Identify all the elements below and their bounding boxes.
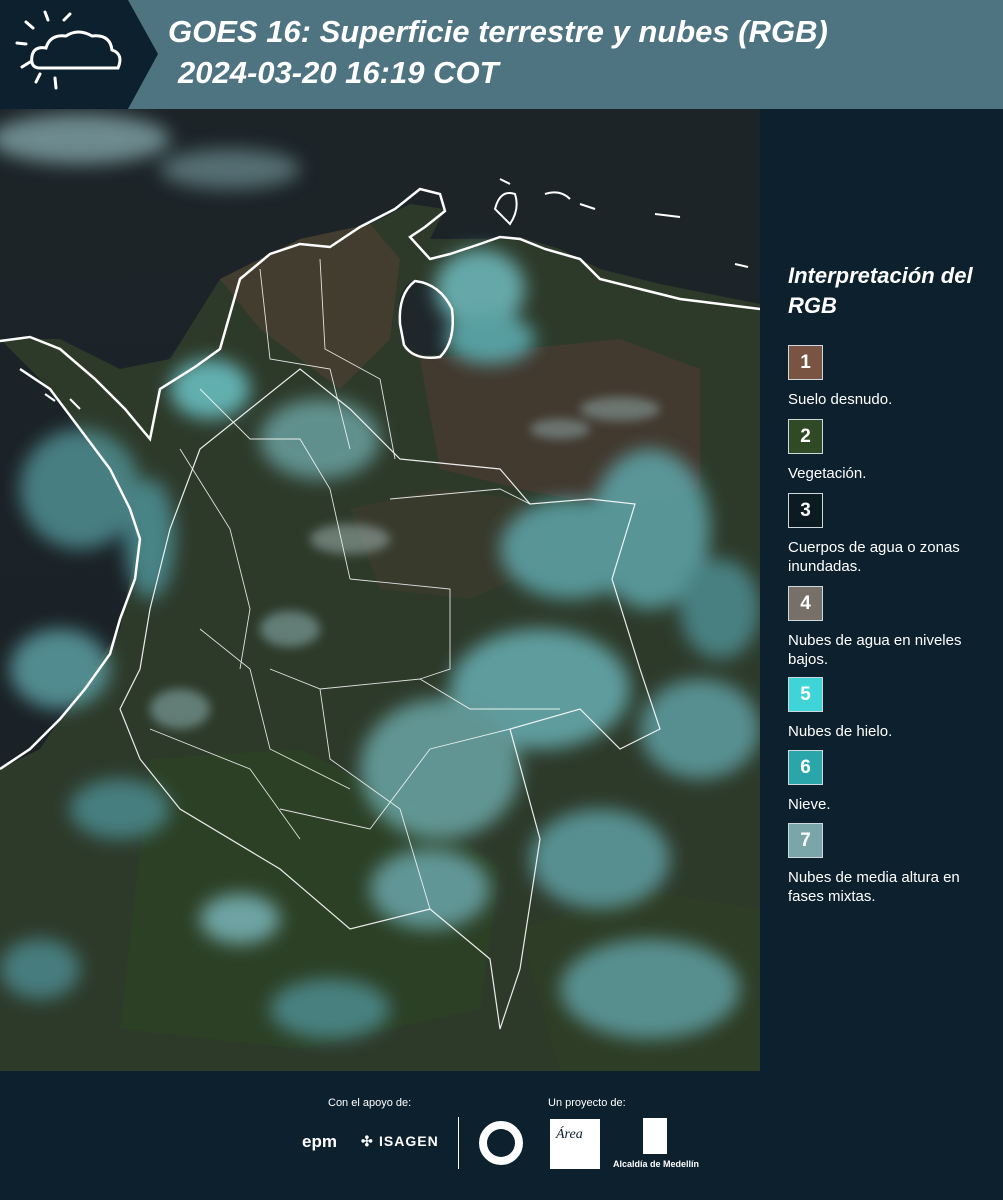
legend-swatch: 3 bbox=[788, 493, 823, 528]
alcaldia-logo-text: Alcaldía de Medellín bbox=[613, 1159, 700, 1169]
legend-label: Nubes de agua en niveles bajos. bbox=[788, 632, 962, 668]
legend-swatch: 7 bbox=[788, 823, 823, 858]
university-seal-logo[interactable] bbox=[477, 1119, 525, 1167]
seal-emblem-icon bbox=[487, 1129, 515, 1157]
legend-label: Cuerpos de agua o zonas inundadas. bbox=[788, 539, 960, 575]
legend-label: Nieve. bbox=[788, 796, 831, 813]
satellite-map[interactable] bbox=[0, 109, 760, 1071]
legend-number: 3 bbox=[800, 499, 811, 521]
legend-item-water-bodies: 3 Cuerpos de agua o zonas inundadas. bbox=[788, 493, 998, 576]
legend-panel: Interpretación del RGB 1 Suelo desnudo. … bbox=[760, 109, 1003, 1071]
footer: Con el apoyo de: Un proyecto de: epm ✣ IS… bbox=[0, 1071, 1003, 1200]
isagen-logo-text: ISAGEN bbox=[379, 1133, 439, 1149]
legend-item-mid-level-clouds: 7 Nubes de media altura en fases mixtas. bbox=[788, 823, 998, 906]
legend-number: 4 bbox=[800, 592, 811, 614]
legend-swatch: 2 bbox=[788, 419, 823, 454]
epm-logo-text: epm bbox=[302, 1132, 337, 1151]
isagen-logo[interactable]: ✣ ISAGEN bbox=[361, 1133, 439, 1150]
legend-item-vegetation: 2 Vegetación. bbox=[788, 419, 998, 483]
epm-logo[interactable]: epm bbox=[302, 1132, 337, 1152]
legend-number: 6 bbox=[800, 756, 811, 778]
page-timestamp: 2024-03-20 16:19 COT bbox=[178, 55, 499, 90]
isagen-mark-icon: ✣ bbox=[361, 1133, 374, 1149]
legend-swatch: 4 bbox=[788, 586, 823, 621]
legend-label: Nubes de hielo. bbox=[788, 723, 893, 740]
legend-number: 7 bbox=[800, 829, 811, 851]
legend-item-snow: 6 Nieve. bbox=[788, 750, 998, 814]
legend-title: Interpretación del RGB bbox=[788, 263, 973, 318]
header-banner: SIATA GOES 16: Superficie terrestre y nu… bbox=[0, 0, 1003, 109]
legend-item-low-water-clouds: 4 Nubes de agua en niveles bajos. bbox=[788, 586, 998, 669]
legend-number: 1 bbox=[800, 351, 811, 373]
legend-label: Nubes de media altura en fases mixtas. bbox=[788, 869, 960, 905]
legend-number: 5 bbox=[800, 683, 811, 705]
support-label: Con el apoyo de: bbox=[328, 1097, 412, 1109]
legend-item-bare-soil: 1 Suelo desnudo. bbox=[788, 345, 998, 409]
legend-item-ice-clouds: 5 Nubes de hielo. bbox=[788, 677, 998, 741]
legend-number: 2 bbox=[800, 425, 811, 447]
alcaldia-emblem-icon[interactable] bbox=[642, 1117, 668, 1155]
footer-divider bbox=[458, 1117, 459, 1169]
area-metropolitana-logo[interactable]: Área bbox=[550, 1119, 600, 1169]
legend-swatch: 5 bbox=[788, 677, 823, 712]
legend-label: Suelo desnudo. bbox=[788, 391, 893, 408]
map-canvas bbox=[0, 109, 760, 1071]
logo-text: SIATA bbox=[48, 45, 92, 62]
legend-swatch: 1 bbox=[788, 345, 823, 380]
siata-logo[interactable]: SIATA bbox=[0, 0, 158, 109]
project-label: Un proyecto de: bbox=[548, 1097, 626, 1109]
area-logo-script: Área bbox=[556, 1127, 583, 1142]
legend-swatch: 6 bbox=[788, 750, 823, 785]
page-title: GOES 16: Superficie terrestre y nubes (R… bbox=[168, 14, 828, 49]
legend-label: Vegetación. bbox=[788, 465, 867, 482]
